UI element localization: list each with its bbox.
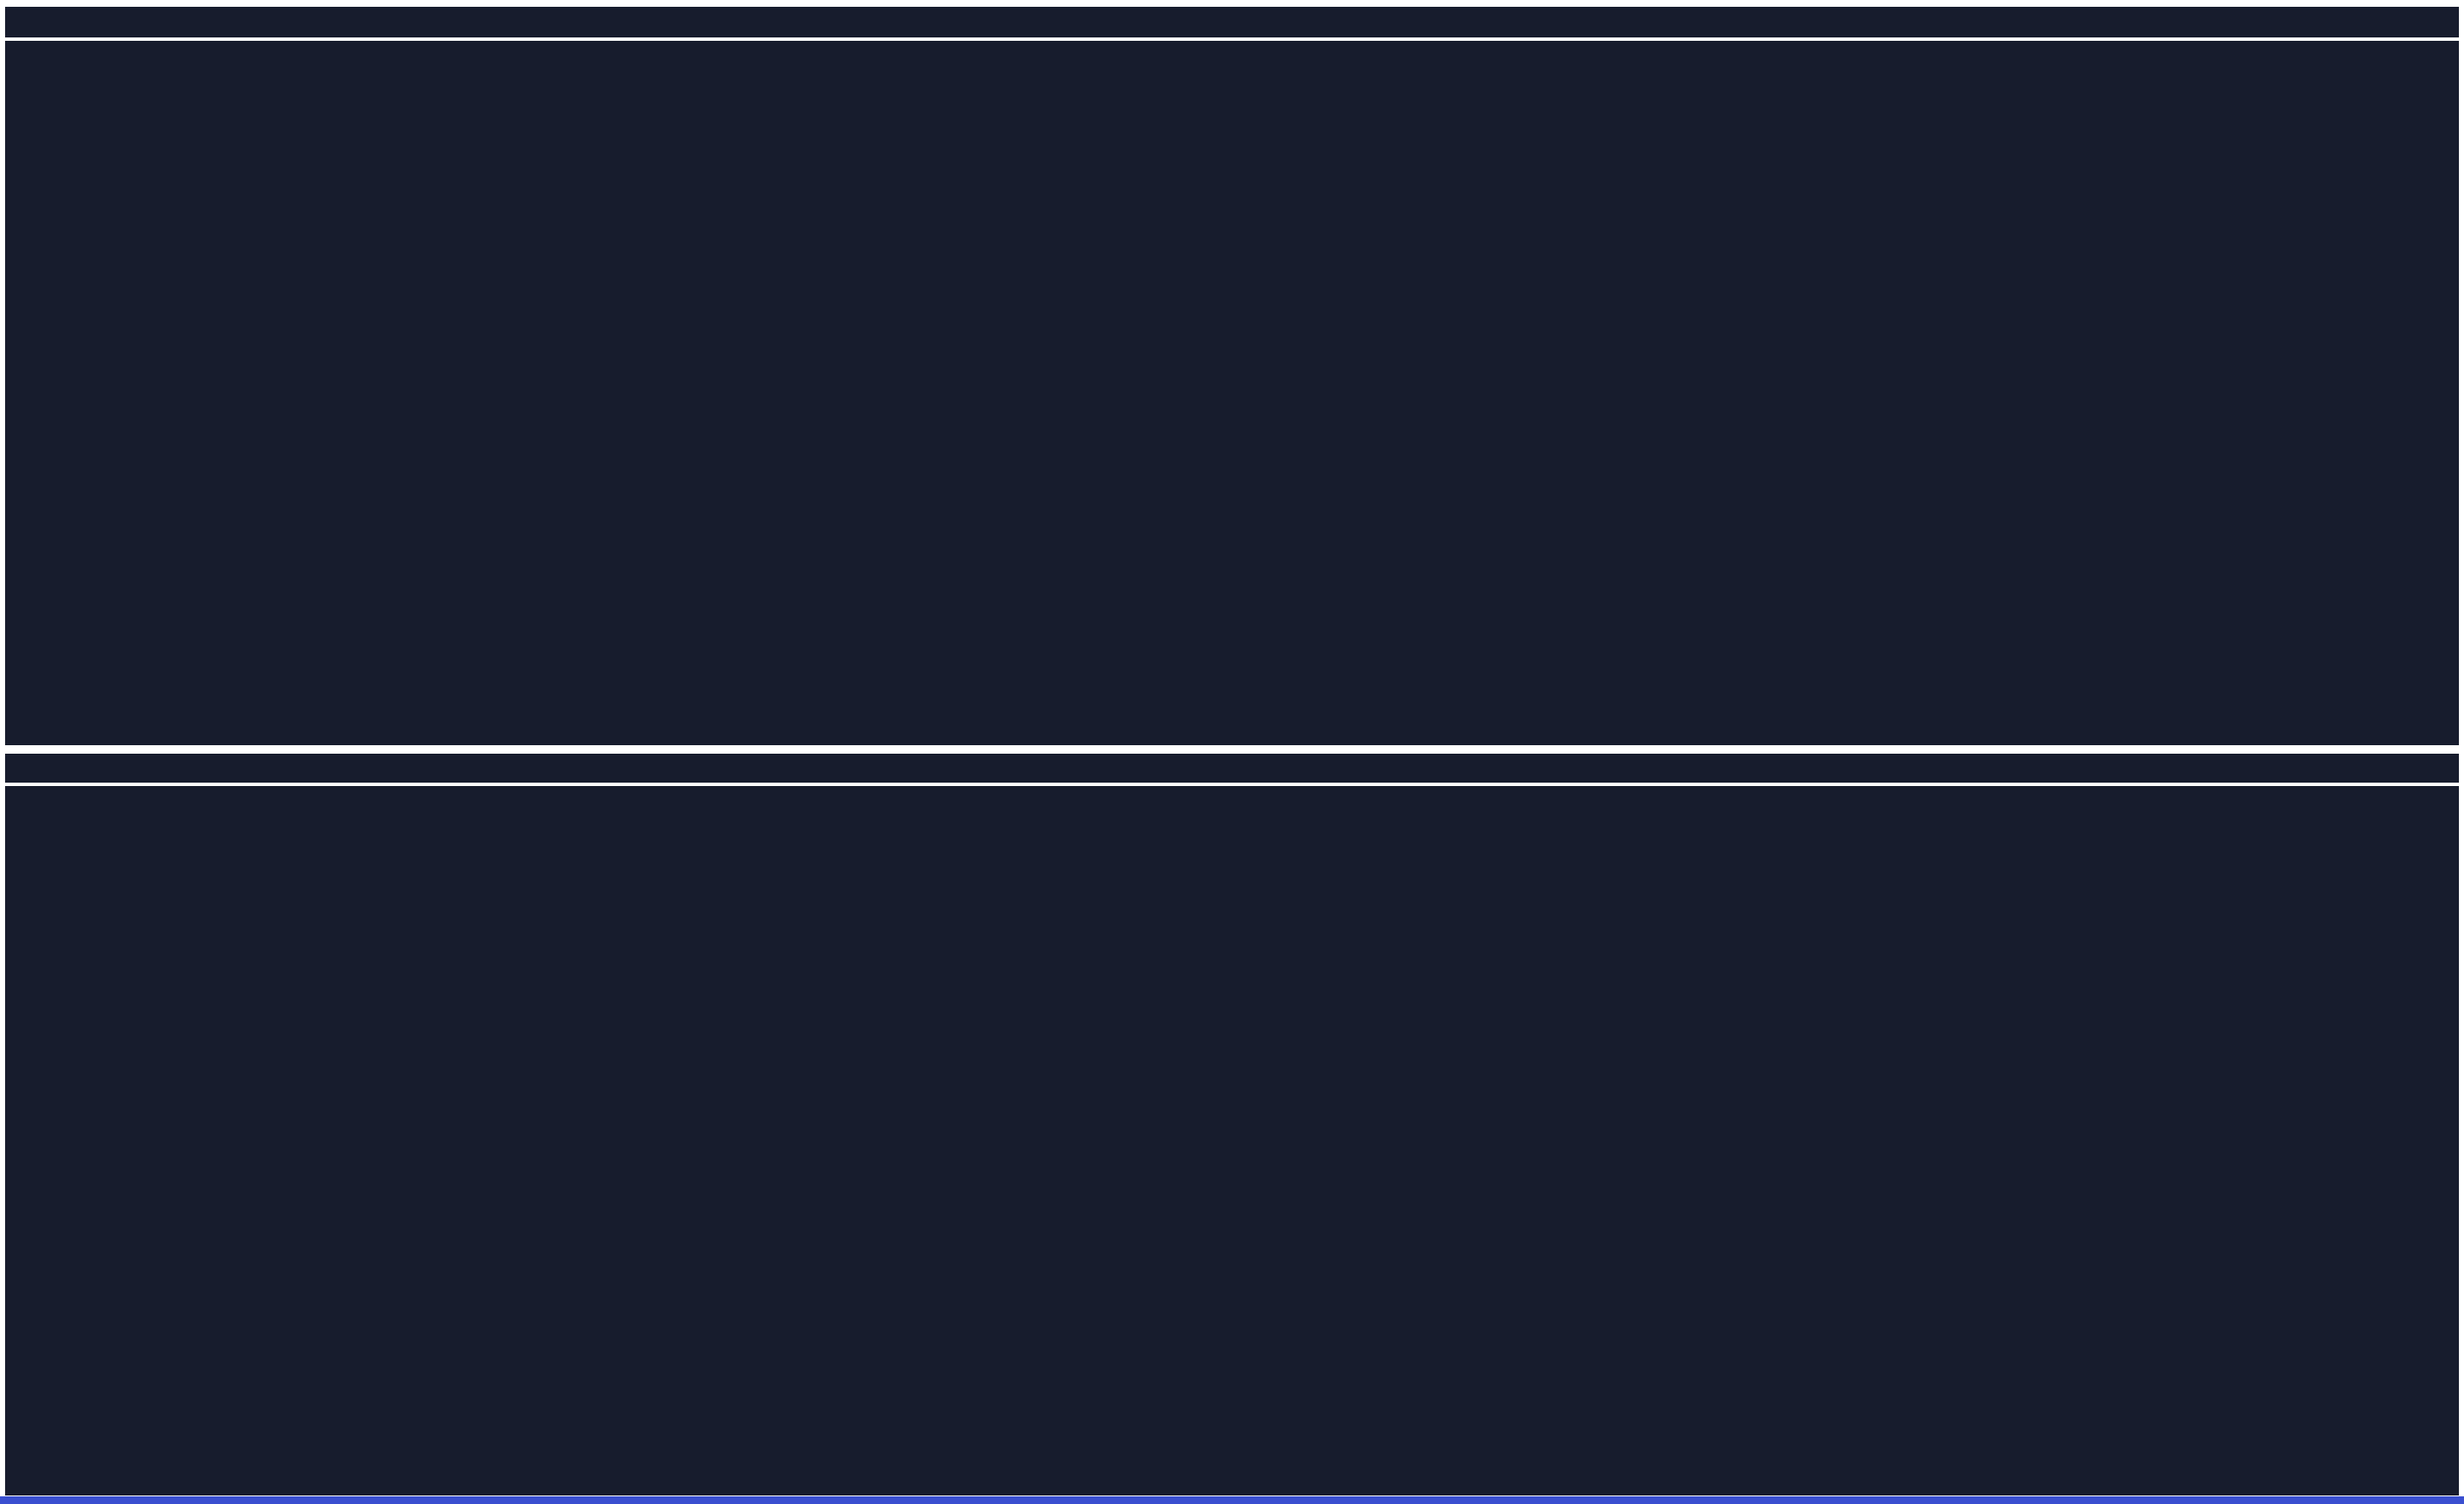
charts-canvas[interactable] bbox=[0, 0, 2464, 1504]
dashboard bbox=[0, 0, 2464, 1504]
bottom-accent-bar bbox=[0, 1496, 2464, 1504]
